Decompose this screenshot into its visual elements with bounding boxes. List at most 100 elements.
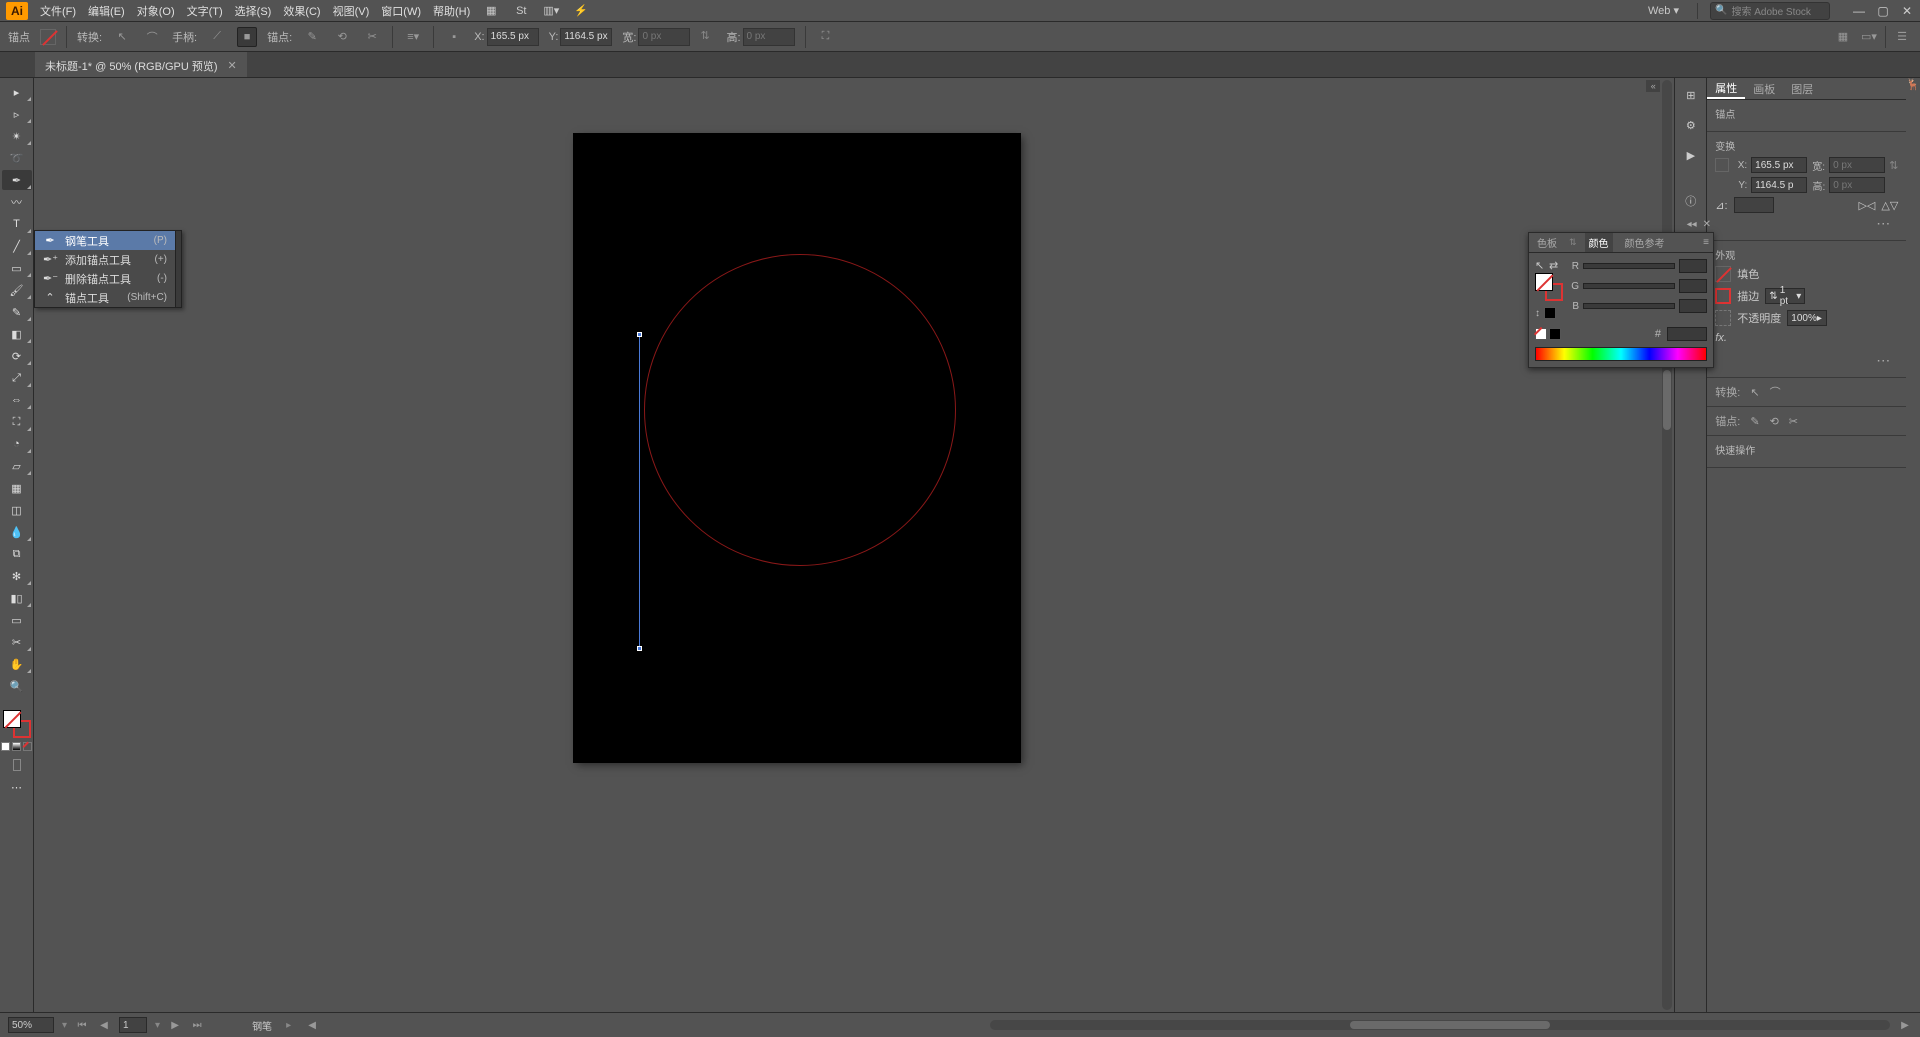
prop-angle-input[interactable] <box>1734 197 1774 213</box>
horizontal-scrollbar[interactable] <box>990 1020 1890 1030</box>
panel-menu-icon[interactable]: ☰ <box>1892 27 1912 47</box>
symbol-tool[interactable]: ✻ <box>2 566 32 586</box>
edit-toolbar-icon[interactable]: ⋯ <box>2 777 32 797</box>
artwork-path[interactable] <box>639 334 640 650</box>
w-field[interactable]: 宽: <box>622 28 690 46</box>
menu-edit[interactable]: 编辑(E) <box>88 3 125 19</box>
none-swatch[interactable] <box>1535 328 1547 340</box>
pen-tool[interactable]: ✒ <box>2 170 32 190</box>
last-artboard-icon[interactable]: ⏭ <box>190 1018 204 1032</box>
width-tool[interactable]: ⇔ <box>2 390 32 410</box>
mesh-tool[interactable]: ▦ <box>2 478 32 498</box>
perspective-tool[interactable]: ▱ <box>2 456 32 476</box>
scale-tool[interactable]: ⤢ <box>2 368 32 388</box>
align-to-icon[interactable]: ▭▾ <box>1859 27 1879 47</box>
lasso-tool[interactable]: ➰ <box>2 148 32 168</box>
shape-builder-tool[interactable]: ◔ <box>2 434 32 454</box>
color-panel-swap-icon[interactable]: ⇄ <box>1549 259 1559 269</box>
prop-h-input[interactable] <box>1829 177 1885 193</box>
flyout-delete-anchor-tool[interactable]: ✒⁻ 删除锚点工具 (-) <box>35 269 175 288</box>
prev-artboard-icon[interactable]: ◀ <box>97 1018 111 1032</box>
first-artboard-icon[interactable]: ⏮ <box>75 1018 89 1032</box>
menu-object[interactable]: 对象(O) <box>137 3 175 19</box>
x-input[interactable] <box>487 28 539 46</box>
color-mode-row[interactable] <box>1 742 32 751</box>
bridge-icon[interactable]: ▦ <box>482 2 500 20</box>
prop-opacity-input[interactable]: 100% ▸ <box>1787 310 1827 326</box>
info-panel-icon[interactable]: ⓘ <box>1679 190 1703 212</box>
tab-swatches[interactable]: 色板 <box>1533 233 1561 252</box>
expand-panels-icon[interactable]: « <box>1646 80 1660 92</box>
h-field[interactable]: 高: <box>726 28 794 46</box>
x-field[interactable]: X: <box>474 28 538 46</box>
out-of-gamut-icon[interactable] <box>1544 307 1556 319</box>
connect-anchor-icon[interactable]: ⟲ <box>332 27 352 47</box>
reference-point-icon[interactable] <box>1715 158 1729 172</box>
r-slider[interactable] <box>1583 263 1675 269</box>
free-transform-tool[interactable]: ⛶ <box>2 412 32 432</box>
prop-x-input[interactable] <box>1751 157 1807 173</box>
canvas-area[interactable]: « <box>34 78 1674 1012</box>
convert-smooth-icon[interactable]: ⌒ <box>142 27 162 47</box>
tab-color-guide[interactable]: 颜色参考 <box>1621 233 1669 252</box>
b-value[interactable] <box>1679 299 1707 313</box>
remove-anchor-icon[interactable]: ✎ <box>302 27 322 47</box>
flyout-anchor-tool[interactable]: ⌃ 锚点工具 (Shift+C) <box>35 288 175 307</box>
menu-select[interactable]: 选择(S) <box>235 3 272 19</box>
direct-selection-tool[interactable]: ▹ <box>2 104 32 124</box>
menu-type[interactable]: 文字(T) <box>187 3 223 19</box>
type-tool[interactable]: T <box>2 214 32 234</box>
tab-artboards[interactable]: 画板 <box>1745 78 1783 99</box>
artboard[interactable] <box>574 134 1020 762</box>
align-icon[interactable]: ≡▾ <box>403 27 423 47</box>
color-panel-collapse-icon[interactable]: ◂◂ <box>1687 219 1697 230</box>
anchor-remove-btn[interactable]: ✎ <box>1750 415 1759 428</box>
convert-smooth-btn[interactable]: ⌒ <box>1770 384 1781 400</box>
prop-stroke-weight[interactable]: ⇅1 pt ▾ <box>1765 288 1805 304</box>
gpu-icon[interactable]: ⚡ <box>572 2 590 20</box>
tab-properties[interactable]: 属性 <box>1707 78 1745 99</box>
pathfinder-panel-icon[interactable]: ⚙ <box>1679 114 1703 136</box>
artwork-circle[interactable] <box>644 254 956 566</box>
spectrum-bar[interactable] <box>1535 347 1707 361</box>
arrange-icon[interactable]: ▥▾ <box>542 2 560 20</box>
menu-view[interactable]: 视图(V) <box>333 3 370 19</box>
appearance-more-icon[interactable]: ⋯ <box>1715 350 1898 371</box>
window-close-button[interactable]: ✕ <box>1900 4 1914 18</box>
flyout-add-anchor-tool[interactable]: ✒⁺ 添加锚点工具 (+) <box>35 250 175 269</box>
scroll-left-icon[interactable]: ◀ <box>305 1018 319 1032</box>
anchor-point-bottom[interactable] <box>637 646 642 651</box>
color-panel-menu-icon[interactable]: ≡ <box>1703 237 1709 248</box>
flyout-tearoff-grip[interactable] <box>175 231 181 307</box>
slice-tool[interactable]: ✂ <box>2 632 32 652</box>
color-panel-fillstroke[interactable] <box>1535 273 1563 301</box>
fx-label[interactable]: fx. <box>1715 332 1727 344</box>
prop-fill-swatch[interactable] <box>1715 266 1731 282</box>
zoom-tool[interactable]: 🔍 <box>2 676 32 696</box>
black-swatch[interactable] <box>1549 328 1561 340</box>
isolate-icon[interactable]: ⛶ <box>816 27 836 47</box>
workspace-switcher[interactable]: Web ▾ <box>1642 4 1685 17</box>
flip-h-icon[interactable]: ▷◁ <box>1858 199 1875 212</box>
handle-show-icon[interactable]: ⟋ <box>207 27 227 47</box>
curvature-tool[interactable]: 〰 <box>2 192 32 212</box>
shaper-tool[interactable]: ✎ <box>2 302 32 322</box>
vertical-scrollbar[interactable] <box>1662 80 1672 1010</box>
anchor-point-top[interactable] <box>637 332 642 337</box>
reference-point-icon[interactable]: ▪ <box>444 27 464 47</box>
menu-help[interactable]: 帮助(H) <box>433 3 470 19</box>
document-tab-close-icon[interactable]: ✕ <box>228 59 237 72</box>
flip-v-icon[interactable]: △▽ <box>1881 199 1898 212</box>
actions-panel-icon[interactable]: ▶ <box>1679 144 1703 166</box>
status-menu-icon[interactable]: ▸ <box>286 1020 291 1031</box>
handle-hide-icon[interactable]: ■ <box>237 27 257 47</box>
hand-tool[interactable]: ✋ <box>2 654 32 674</box>
menu-effect[interactable]: 效果(C) <box>283 3 320 19</box>
w-input[interactable] <box>638 28 690 46</box>
convert-corner-icon[interactable]: ↖ <box>112 27 132 47</box>
y-input[interactable] <box>560 28 612 46</box>
anchor-cut-btn[interactable]: ⟲ <box>1770 415 1779 428</box>
cut-path-icon[interactable]: ✂ <box>362 27 382 47</box>
prop-y-input[interactable] <box>1751 177 1807 193</box>
link-wh-icon[interactable]: ⇅ <box>1889 159 1898 172</box>
